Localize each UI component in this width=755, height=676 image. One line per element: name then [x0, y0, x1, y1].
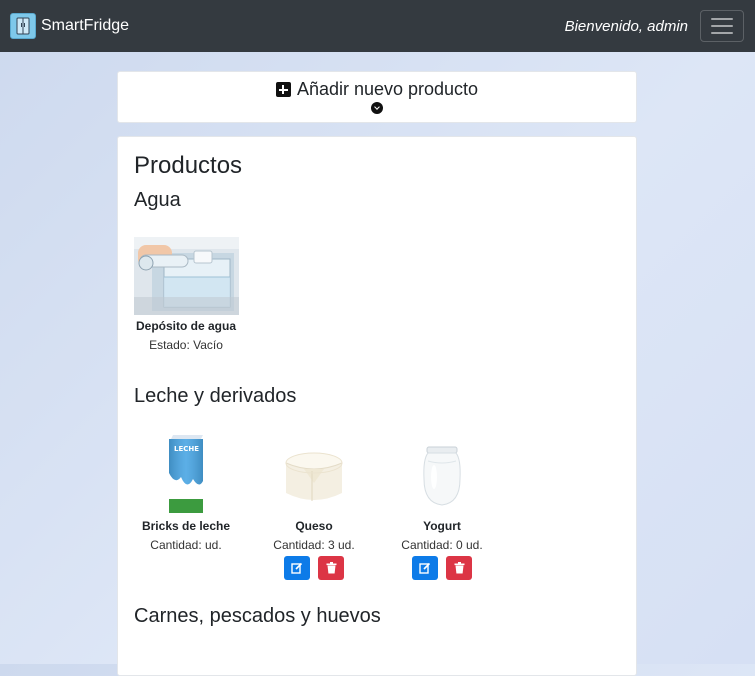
add-product-card: Añadir nuevo producto: [117, 71, 637, 123]
product-name: Bricks de leche: [141, 519, 231, 533]
product-actions: [382, 556, 502, 580]
product-quantity: Cantidad: 0 ud.: [401, 538, 483, 552]
brand-link[interactable]: SmartFridge: [10, 13, 129, 39]
section-title-agua: Agua: [134, 189, 181, 211]
svg-text:LECHE: LECHE: [174, 445, 199, 453]
brand-name: SmartFridge: [41, 17, 130, 34]
water-tank-image: [133, 237, 239, 315]
product-quantity: Cantidad: ud.: [150, 538, 222, 552]
product-quantity: Cantidad: 3 ud.: [273, 538, 355, 552]
products-card: Productos Agua Depósito de agua Estado: …: [117, 136, 637, 676]
section-title-leche: Leche y derivados: [134, 385, 297, 407]
navbar-right: Bienvenido, admin: [565, 10, 744, 42]
product-item: Yogurt Cantidad: 0 ud.: [382, 433, 502, 580]
product-name: Yogurt: [423, 519, 461, 533]
product-item: Queso Cantidad: 3 ud.: [254, 433, 374, 580]
product-name: Queso: [295, 519, 333, 533]
milk-carton-image: LECHE: [161, 433, 211, 515]
chevron-circle-down-icon[interactable]: [371, 102, 383, 114]
trash-icon: [454, 562, 464, 574]
navbar: SmartFridge Bienvenido, admin: [0, 0, 755, 52]
product-item: Depósito de agua Estado: Vacío: [126, 237, 246, 352]
edit-icon: [291, 562, 303, 574]
welcome-text: Bienvenido, admin: [564, 17, 688, 35]
product-name: Depósito de agua: [135, 319, 236, 333]
edit-button[interactable]: [284, 556, 310, 580]
page-title: Productos: [134, 152, 243, 179]
add-product-label: Añadir nuevo producto: [296, 79, 479, 99]
add-product-toggle[interactable]: Añadir nuevo producto: [118, 79, 636, 100]
cheese-image: [282, 433, 346, 515]
delete-button[interactable]: [446, 556, 472, 580]
trash-icon: [326, 562, 336, 574]
delete-button[interactable]: [318, 556, 344, 580]
yogurt-jar-image: [419, 433, 465, 515]
product-item: LECHE Bricks de leche Cantidad: ud.: [126, 433, 246, 552]
edit-icon: [419, 562, 431, 574]
product-actions: [254, 556, 374, 580]
section-title-carnes: Carnes, pescados y huevos: [134, 605, 381, 627]
fridge-icon: [10, 13, 36, 39]
plus-square-icon: [275, 82, 291, 97]
product-status: Estado: Vacío: [149, 338, 223, 352]
hamburger-icon[interactable]: [700, 10, 744, 42]
edit-button[interactable]: [412, 556, 438, 580]
